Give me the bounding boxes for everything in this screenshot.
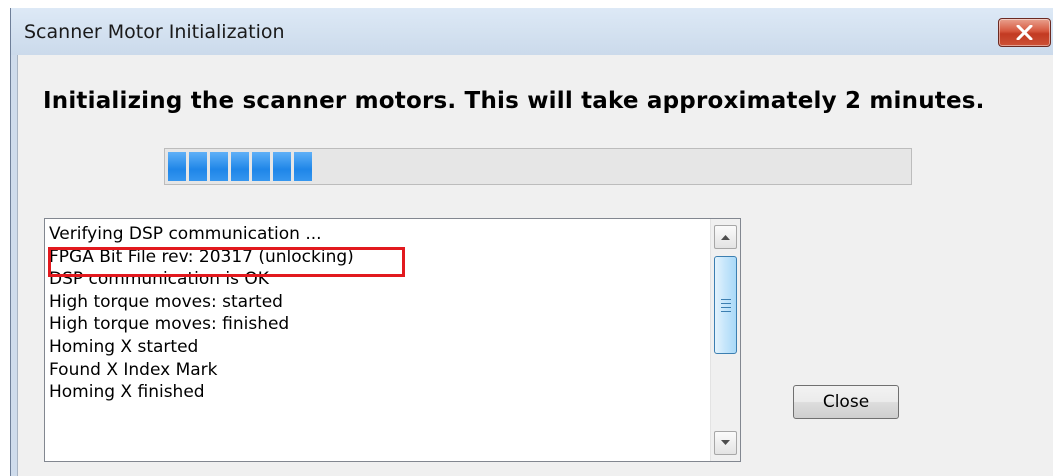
progress-bar	[164, 148, 912, 185]
log-line: High torque moves: started	[49, 291, 283, 312]
status-message: Initializing the scanner motors. This wi…	[43, 88, 985, 114]
vertical-scrollbar[interactable]	[710, 219, 740, 461]
title-bar[interactable]: Scanner Motor Initialization	[11, 8, 1053, 55]
progress-segment	[294, 152, 312, 181]
scroll-up-button[interactable]	[714, 225, 737, 249]
window-title: Scanner Motor Initialization	[24, 21, 285, 43]
arrow-up-icon	[721, 235, 730, 240]
log-line: Verifying DSP communication ...	[49, 224, 322, 244]
log-line: Homing X finished	[49, 382, 205, 403]
log-line: Found X Index Mark	[49, 359, 218, 380]
progress-segment	[273, 152, 291, 181]
progress-segment	[231, 152, 249, 181]
close-x-icon	[1016, 25, 1033, 40]
window-close-button[interactable]	[998, 18, 1051, 47]
grip-icon	[721, 299, 731, 315]
dialog-window: Scanner Motor Initialization Initializin…	[10, 8, 1053, 476]
arrow-down-icon	[721, 440, 730, 445]
progress-segment	[189, 152, 207, 181]
highlight-box	[48, 247, 405, 277]
close-button[interactable]: Close	[793, 385, 899, 419]
scroll-thumb[interactable]	[714, 256, 737, 354]
log-line: High torque moves: finished	[49, 314, 290, 335]
scroll-down-button[interactable]	[714, 431, 737, 455]
log-line: Homing X started	[49, 336, 199, 357]
progress-segment	[210, 152, 228, 181]
progress-fill	[168, 152, 312, 181]
progress-segment	[252, 152, 270, 181]
progress-segment	[168, 152, 186, 181]
log-listbox[interactable]: Verifying DSP communication ... FPGA Bit …	[44, 218, 741, 462]
dialog-body: Initializing the scanner motors. This wi…	[17, 55, 1053, 476]
